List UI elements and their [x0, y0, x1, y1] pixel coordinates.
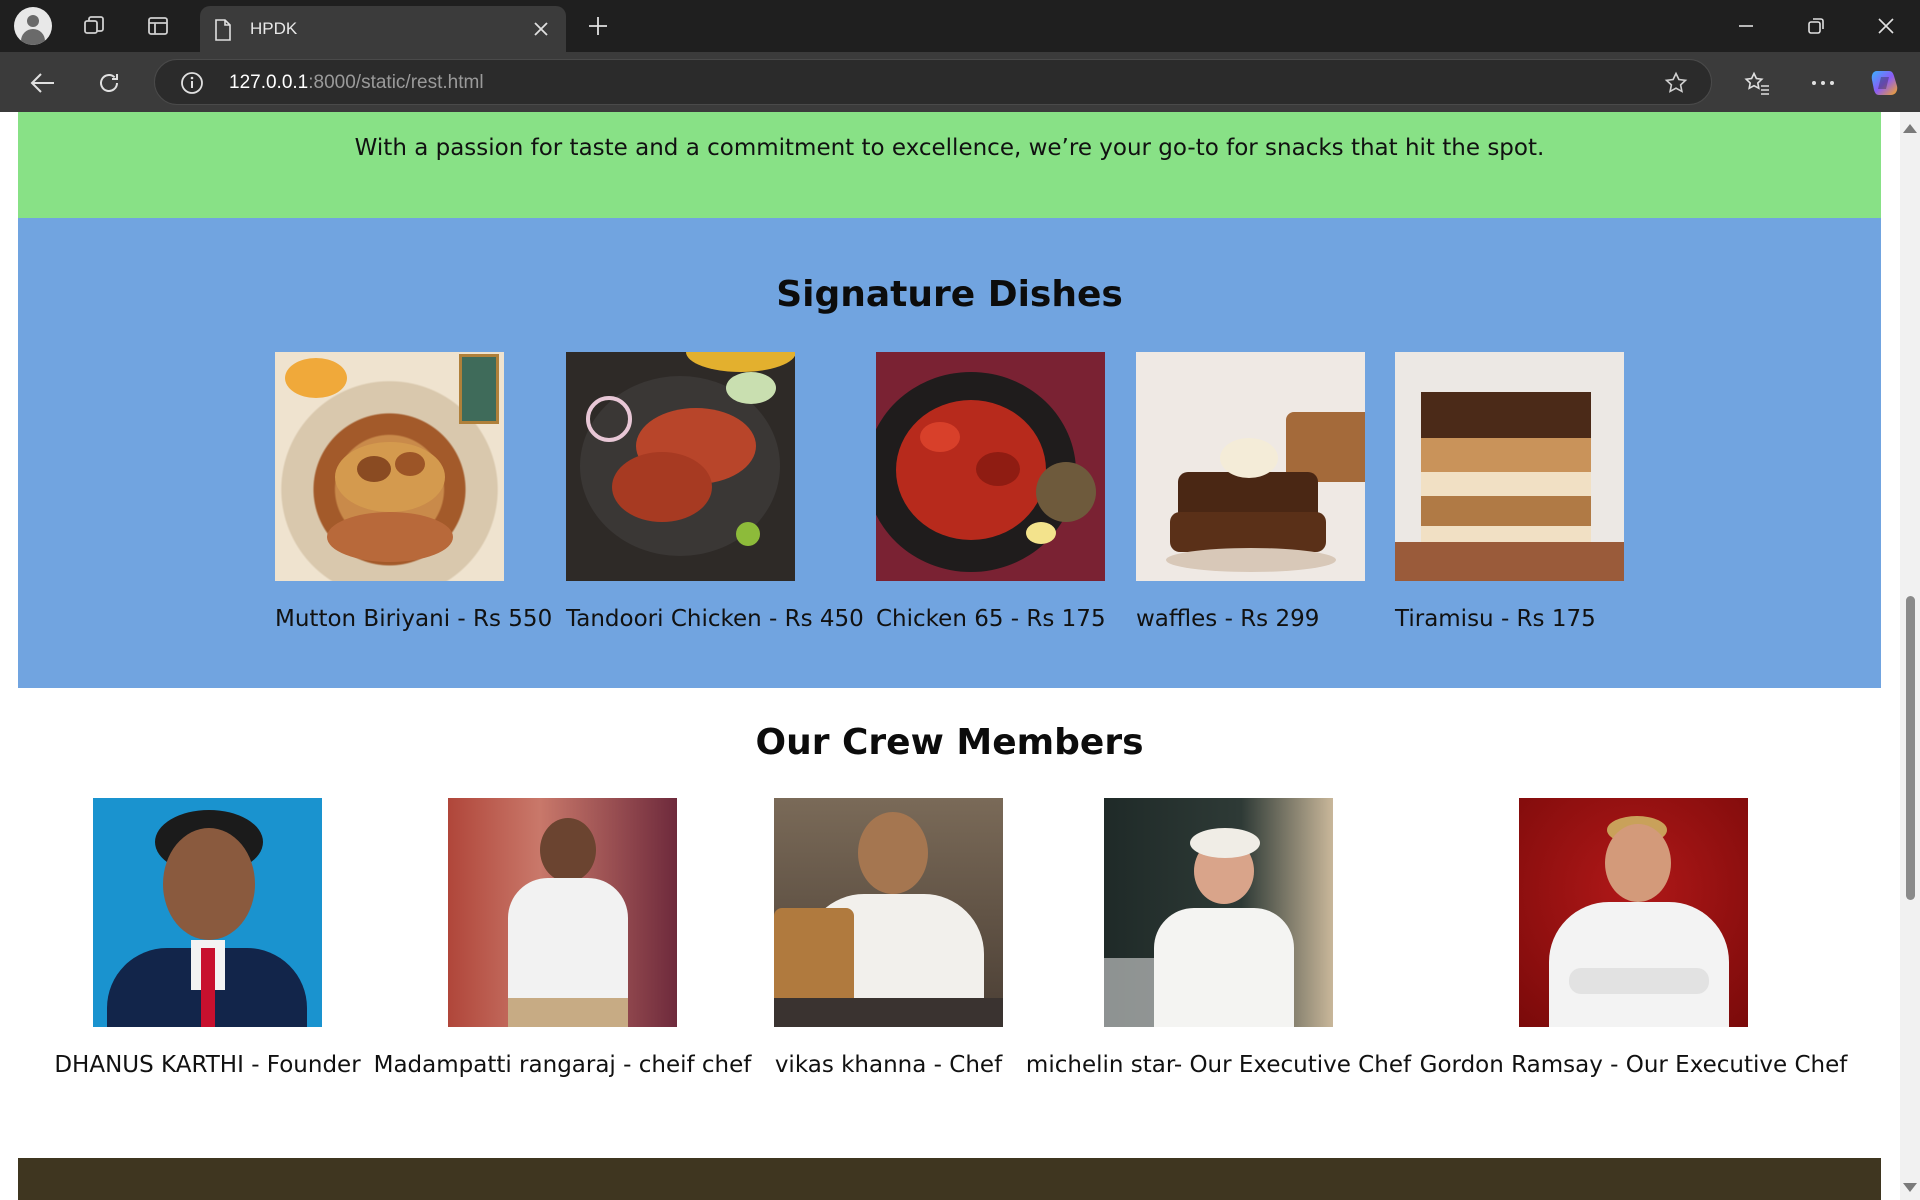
close-window-icon[interactable] — [1872, 12, 1900, 40]
about-banner: With a passion for taste and a commitmen… — [18, 112, 1881, 218]
restore-icon[interactable] — [1802, 12, 1830, 40]
url-text: 127.0.0.1:8000/static/rest.html — [229, 72, 484, 94]
page-viewport: With a passion for taste and a commitmen… — [0, 112, 1920, 1200]
dish-card: Mutton Biriyani - Rs 550 — [275, 352, 552, 632]
dish-card: Chicken 65 - Rs 175 — [876, 352, 1106, 632]
dish-card: Tandoori Chicken - Rs 450 — [566, 352, 864, 632]
gordon-ramsay-photo — [1519, 798, 1748, 1027]
more-options-icon[interactable] — [1808, 68, 1838, 98]
tab-actions-icon[interactable] — [144, 12, 172, 40]
crew-member-card: Madampatti rangaraj - cheif chef — [374, 798, 751, 1078]
scrollbar-thumb[interactable] — [1906, 596, 1915, 900]
banner-text: With a passion for taste and a commitmen… — [354, 135, 1545, 161]
favorites-icon[interactable] — [1742, 68, 1772, 98]
new-tab-icon[interactable] — [584, 12, 612, 40]
signature-dishes-title: Signature Dishes — [776, 274, 1123, 315]
dish-card: Tiramisu - Rs 175 — [1395, 352, 1624, 632]
scroll-down-icon[interactable] — [1903, 1183, 1917, 1192]
crew-caption: Gordon Ramsay - Our Executive Chef — [1419, 1052, 1848, 1078]
crew-section: Our Crew Members DHANUS KARTHI - Founder… — [18, 688, 1881, 1158]
crew-caption: DHANUS KARTHI - Founder — [54, 1052, 361, 1078]
crew-member-card: DHANUS KARTHI - Founder — [54, 798, 361, 1078]
crew-member-card: Gordon Ramsay - Our Executive Chef — [1420, 798, 1847, 1078]
dish-caption: Tiramisu - Rs 175 — [1395, 606, 1596, 632]
page-scrollbar[interactable] — [1900, 112, 1920, 1200]
chicken-65-image — [876, 352, 1105, 581]
refresh-icon[interactable] — [94, 68, 124, 98]
back-icon[interactable] — [28, 68, 58, 98]
crew-title: Our Crew Members — [755, 722, 1144, 763]
crew-member-card: michelin star- Our Executive Chef — [1026, 798, 1411, 1078]
dish-card: waffles - Rs 299 — [1136, 352, 1365, 632]
dhanus-karthi-photo — [93, 798, 322, 1027]
browser-toolbar: 127.0.0.1:8000/static/rest.html — [0, 52, 1920, 112]
address-bar[interactable]: 127.0.0.1:8000/static/rest.html — [154, 59, 1712, 105]
profile-avatar-icon[interactable] — [14, 7, 52, 45]
crew-caption: Madampatti rangaraj - cheif chef — [373, 1052, 752, 1078]
tiramisu-image — [1395, 352, 1624, 581]
url-host: 127.0.0.1 — [229, 72, 309, 93]
close-tab-icon[interactable] — [530, 18, 552, 40]
url-path: :8000/static/rest.html — [308, 72, 484, 93]
favorite-star-icon[interactable] — [1663, 70, 1689, 96]
dish-caption: waffles - Rs 299 — [1136, 606, 1320, 632]
minimize-icon[interactable] — [1732, 12, 1760, 40]
madampatti-rangaraj-photo — [448, 798, 677, 1027]
copilot-icon[interactable] — [1868, 66, 1902, 100]
vikas-khanna-photo — [774, 798, 1003, 1027]
scroll-up-icon[interactable] — [1903, 124, 1917, 133]
signature-dishes-section: Signature Dishes Mutton Biriyani - Rs 55… — [18, 218, 1881, 688]
workspaces-icon[interactable] — [80, 12, 108, 40]
michelin-star-chef-photo — [1104, 798, 1333, 1027]
site-info-icon[interactable] — [179, 70, 205, 96]
crew-member-card: vikas khanna - Chef — [774, 798, 1003, 1078]
dish-caption: Tandoori Chicken - Rs 450 — [566, 606, 864, 632]
footer-top-edge — [18, 1158, 1881, 1200]
crew-caption: vikas khanna - Chef — [774, 1052, 1003, 1078]
page-icon — [212, 18, 234, 42]
tandoori-chicken-image — [566, 352, 795, 581]
browser-tab-strip: HPDK — [0, 0, 1920, 52]
dish-caption: Mutton Biriyani - Rs 550 — [275, 606, 553, 632]
dish-caption: Chicken 65 - Rs 175 — [876, 606, 1106, 632]
tab-title: HPDK — [250, 19, 298, 38]
active-tab[interactable]: HPDK — [200, 6, 566, 52]
mutton-biriyani-image — [275, 352, 504, 581]
crew-caption: michelin star- Our Executive Chef — [1025, 1052, 1412, 1078]
waffles-image — [1136, 352, 1365, 581]
